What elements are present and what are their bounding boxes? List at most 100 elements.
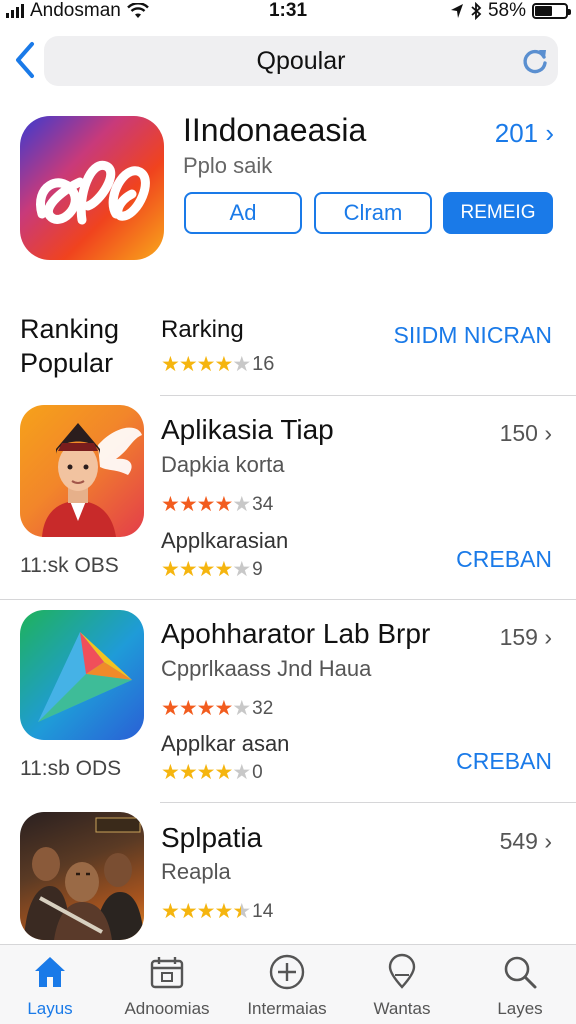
star-icon: ★ — [161, 558, 180, 581]
star-icon: ★ — [232, 761, 251, 784]
star-icon: ★ — [232, 697, 251, 720]
claim-button[interactable]: Clram — [314, 192, 432, 234]
star-icon: ★ — [214, 493, 233, 516]
plus-circle-icon — [269, 954, 305, 990]
app-icon-3[interactable] — [20, 812, 144, 940]
character-icon — [42, 423, 142, 537]
app-caption-2: 11:sb ODS — [20, 757, 122, 780]
tab-label: Wantas — [373, 999, 431, 1018]
divider — [160, 395, 576, 396]
app-rating-2: ★★★★★ 32 — [161, 696, 273, 721]
star-icon: ★ — [161, 697, 180, 720]
ranking-see-all-link[interactable]: SIIDM NICRAN — [394, 322, 552, 349]
ranking-heading: Ranking Popular — [20, 312, 119, 380]
ranking-heading-line2: Popular — [20, 348, 114, 378]
app-section-rating-1: ★★★★★ 9 — [161, 557, 263, 582]
ranking-subheading: Rarking — [161, 316, 244, 343]
star-icon: ★ — [178, 493, 198, 516]
featured-app-icon[interactable] — [20, 116, 164, 260]
star-rating-icon: ★★★★★ — [161, 492, 251, 517]
star-icon: ★ — [178, 558, 198, 581]
location-icon — [388, 953, 416, 989]
app-title-3[interactable]: Splpatia — [161, 822, 262, 854]
star-rating-icon: ★★★★★ — [161, 696, 251, 721]
star-icon: ★ — [214, 761, 233, 784]
rating-count: 32 — [252, 697, 274, 719]
app-section-rating-2: ★★★★★ 0 — [161, 760, 263, 785]
ad-button[interactable]: Ad — [184, 192, 302, 234]
bluetooth-icon — [471, 2, 482, 20]
tab-calendar[interactable]: Adnoomias — [117, 953, 217, 1019]
tab-location[interactable]: Wantas — [352, 953, 452, 1019]
star-icon: ★ — [196, 558, 216, 581]
app-icon-1[interactable] — [20, 405, 144, 537]
star-icon: ★ — [232, 353, 251, 376]
star-icon: ★ — [232, 900, 251, 923]
warriors-icon — [24, 817, 144, 940]
app-count-2[interactable]: 159 › — [500, 624, 552, 651]
kite-icon — [38, 632, 132, 722]
ranking-rating: ★★★★★ 16 — [161, 352, 274, 377]
star-icon: ★ — [196, 761, 216, 784]
app-get-link-1[interactable]: CREBAN — [456, 546, 552, 573]
battery-icon — [532, 3, 571, 19]
star-icon: ★ — [214, 558, 233, 581]
app-section-label-2: Applkar asan — [161, 731, 290, 756]
app-get-link-2[interactable]: CREBAN — [456, 748, 552, 775]
app-rating-1: ★★★★★ 34 — [161, 492, 273, 517]
rating-count: 9 — [252, 558, 263, 580]
star-rating-icon: ★★★★★ — [161, 352, 251, 377]
featured-app-subtitle: Pplo saik — [183, 153, 273, 178]
primary-action-button[interactable]: REMEIG — [443, 192, 553, 234]
search-field[interactable]: Qpoular — [44, 36, 558, 86]
home-icon — [35, 957, 65, 987]
app-count-1[interactable]: 150 › — [500, 420, 552, 447]
app-subtitle-3: Reapla — [161, 859, 231, 884]
star-icon: ★ — [178, 900, 198, 923]
star-icon: ★ — [214, 900, 233, 923]
status-bar: Andosman 1:31 58% — [0, 0, 576, 24]
tab-home[interactable]: Layus — [0, 953, 100, 1019]
star-icon: ★ — [214, 353, 233, 376]
back-chevron-icon[interactable] — [10, 40, 40, 80]
star-icon: ★ — [178, 761, 198, 784]
app-title-1[interactable]: Aplikasia Tiap — [161, 414, 334, 446]
star-icon: ★ — [214, 697, 233, 720]
star-icon: ★ — [178, 697, 198, 720]
star-rating-icon: ★★★★★ — [161, 899, 251, 924]
tab-label: Layus — [27, 999, 73, 1018]
rating-count: 14 — [252, 900, 274, 922]
app-caption-1: 11:sk OBS — [20, 554, 119, 577]
featured-app-count[interactable]: 201 › — [495, 118, 554, 149]
star-icon: ★ — [161, 900, 180, 923]
star-icon: ★ — [196, 493, 216, 516]
app-rating-3: ★★★★★ 14 — [161, 899, 273, 924]
app-count-3[interactable]: 549 › — [500, 828, 552, 855]
rating-count: 16 — [252, 353, 275, 375]
star-icon: ★ — [196, 353, 216, 376]
logo-glyph — [36, 161, 150, 225]
star-icon: ★ — [196, 697, 216, 720]
tab-add[interactable]: Intermaias — [237, 953, 337, 1019]
rating-count: 34 — [252, 493, 274, 515]
star-icon: ★ — [161, 493, 180, 516]
status-right: 58% — [450, 0, 571, 22]
star-rating-icon: ★★★★★ — [161, 760, 251, 785]
tab-label: Adnoomias — [124, 999, 210, 1018]
app-subtitle-1: Dapkia korta — [161, 452, 285, 477]
divider — [0, 599, 576, 600]
featured-app-title[interactable]: IIndonaeasia — [183, 112, 366, 149]
tab-label: Layes — [497, 999, 543, 1018]
app-title-2[interactable]: Apohharator Lab Brpr — [161, 618, 430, 650]
navigation-bar: Qpoular — [0, 34, 576, 90]
calendar-icon — [150, 957, 184, 989]
app-icon-2[interactable] — [20, 610, 144, 740]
refresh-icon[interactable] — [520, 46, 550, 76]
battery-percent: 58% — [487, 0, 526, 21]
tab-search[interactable]: Layes — [470, 953, 570, 1019]
search-query: Qpoular — [256, 47, 346, 75]
rating-count: 0 — [252, 761, 263, 783]
divider — [160, 802, 576, 803]
star-icon: ★ — [161, 761, 180, 784]
star-icon: ★ — [232, 493, 251, 516]
